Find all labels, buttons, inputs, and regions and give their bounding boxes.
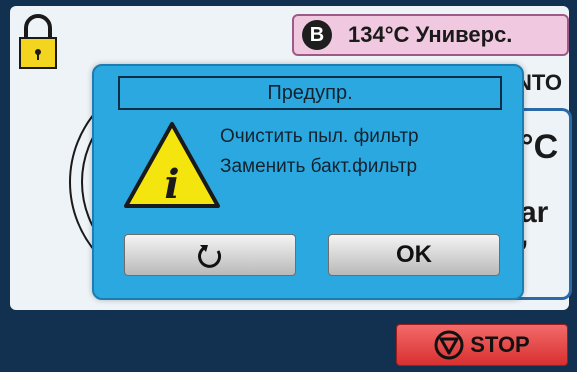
- program-letter: B: [302, 20, 332, 50]
- dialog-message-line: Заменить бакт.фильтр: [220, 156, 418, 177]
- temperature-fragment: °C: [520, 128, 559, 166]
- warning-dialog: Предупр. i Очистить пыл. фильтр Заменить…: [92, 64, 524, 300]
- program-name: 134°C Универс.: [348, 22, 513, 47]
- stop-icon: [434, 330, 464, 360]
- stop-button[interactable]: STOP: [396, 324, 568, 366]
- stop-label: STOP: [470, 332, 530, 357]
- warning-info-icon: i: [124, 122, 220, 208]
- dialog-message-line: Очистить пыл. фильтр: [220, 126, 419, 147]
- ok-button[interactable]: OK: [328, 234, 500, 276]
- pressure-fragment: ar: [520, 196, 549, 229]
- reset-button[interactable]: [124, 234, 296, 276]
- dialog-title: Предупр.: [118, 76, 502, 110]
- lock-icon[interactable]: [18, 14, 58, 70]
- program-badge[interactable]: B 134°C Универс.: [292, 14, 569, 56]
- rotate-left-icon: [198, 245, 222, 268]
- svg-text:i: i: [164, 161, 179, 208]
